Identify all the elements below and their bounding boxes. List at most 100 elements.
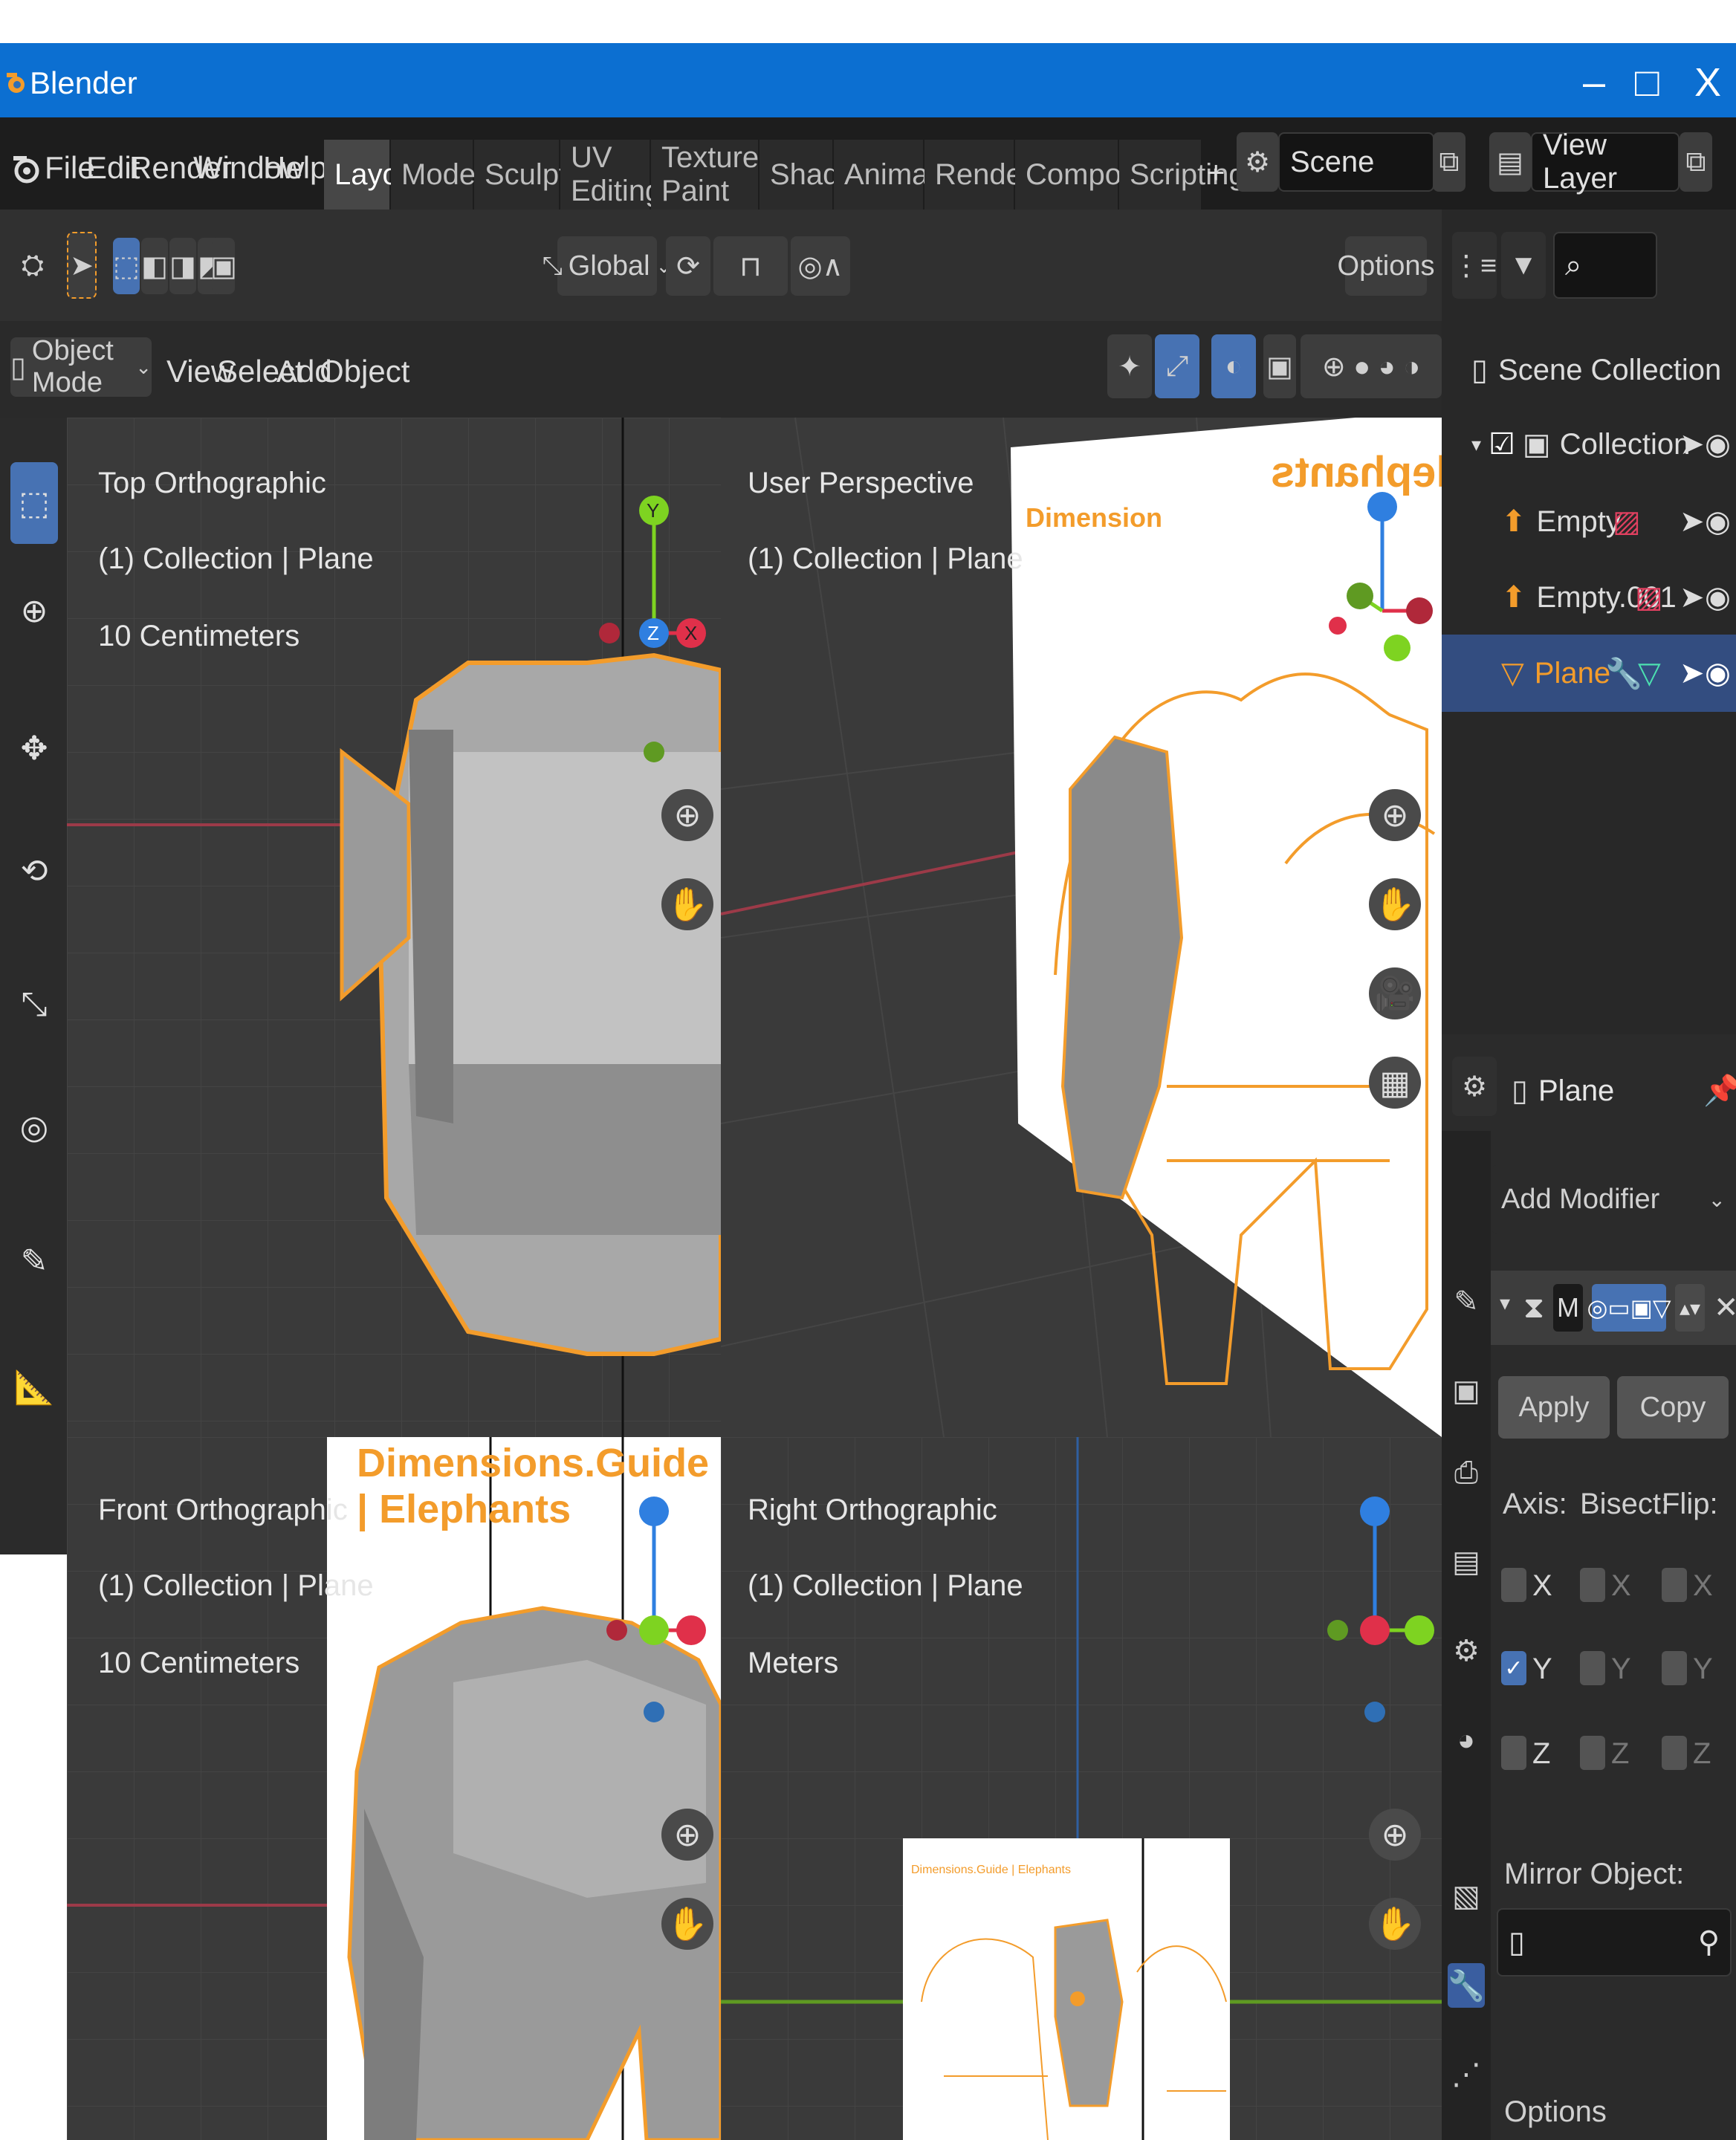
select-box-tool-icon[interactable]: ⬚ [10, 462, 58, 544]
flip-x-checkbox[interactable] [1662, 1568, 1687, 1602]
pan-hand-icon[interactable]: ✋ [661, 878, 713, 930]
axis-gizmo[interactable] [1315, 1482, 1442, 1734]
select-intersect-icon[interactable]: ▣ [210, 238, 237, 294]
scale-tool-icon[interactable]: ⤡ [10, 967, 58, 1042]
scene-collection-row[interactable]: ▯ Scene Collection [1442, 331, 1736, 409]
flip-z-checkbox[interactable] [1662, 1736, 1687, 1770]
pivot-point-icon[interactable]: ⟳ [666, 236, 710, 296]
tab-layout[interactable]: Layout [324, 140, 424, 210]
overlay-toggle-icon[interactable]: ◐ [1211, 334, 1256, 398]
flip-y-checkbox[interactable] [1662, 1651, 1687, 1685]
view-layer-tab-icon[interactable]: ▤ [1448, 1540, 1485, 1584]
options-dropdown[interactable]: Options [1338, 236, 1434, 296]
viewport-top-left[interactable]: Top Orthographic (1) Collection | Plane … [67, 418, 721, 1437]
select-subtract-icon[interactable]: ◨ [169, 238, 196, 294]
zoom-icon[interactable]: ⊕ [661, 789, 713, 841]
viewport-bottom-left[interactable]: Dimensions.Guide | Elephants Front Ortho… [67, 1437, 721, 2140]
view-layer-icon[interactable]: ▤ [1489, 132, 1531, 192]
blender-menu-icon[interactable] [10, 147, 40, 187]
eye-icon[interactable]: ◉ [1705, 656, 1731, 690]
select-arrow-icon[interactable]: ➤ [1680, 656, 1705, 690]
tool-tab-icon[interactable]: ✎ [1448, 1280, 1485, 1324]
delete-modifier-icon[interactable]: ✕ [1714, 1293, 1736, 1323]
filter-icon[interactable]: ▼ [1501, 232, 1546, 299]
select-tool-icon[interactable]: ➤ [67, 232, 97, 299]
rotate-tool-icon[interactable]: ⟲ [10, 834, 58, 908]
modifier-display-toggles[interactable]: ◎▭▣▽ [1587, 1284, 1671, 1332]
proportional-edit-icon[interactable]: ◎∧ [791, 236, 850, 296]
add-workspace-button[interactable]: + [1207, 155, 1225, 190]
outliner-search-input[interactable]: ⌕ [1553, 232, 1657, 299]
select-arrow-icon[interactable]: ➤ [1680, 580, 1705, 615]
outliner-row-collection[interactable]: ▾ ☑ ▣ Collection ➤ ◉ [1442, 406, 1736, 483]
viewport-bottom-right[interactable]: Right Orthographic (1) Collection | Plan… [721, 1437, 1442, 2140]
axis-gizmo[interactable] [587, 1482, 721, 1749]
outliner-row-plane[interactable]: ▽ Plane 🔧 ▽ ➤ ◉ [1442, 635, 1736, 712]
tab-texture-paint[interactable]: Texture Paint [651, 140, 760, 210]
zoom-icon[interactable]: ⊕ [1369, 789, 1421, 841]
xray-toggle-icon[interactable]: ▣ [1263, 334, 1296, 398]
tab-sculpting[interactable]: Sculpting [474, 140, 607, 210]
checkbox-icon[interactable]: ☑ [1489, 427, 1515, 461]
close-button[interactable]: X [1694, 59, 1721, 106]
scene-tab-icon[interactable]: ⚙ [1448, 1629, 1485, 1673]
transform-orientation-dropdown[interactable]: ⤡ Global ⌄ [542, 236, 672, 296]
add-modifier-dropdown[interactable]: Add Modifier ⌄ [1491, 1165, 1736, 1233]
cursor-tool-icon[interactable]: ⊕ [10, 574, 58, 648]
eye-icon[interactable]: ◉ [1705, 580, 1731, 615]
annotate-tool-icon[interactable]: ✎ [10, 1220, 58, 1302]
output-tab-icon[interactable]: ⎙ [1448, 1450, 1485, 1495]
modifier-tab-icon[interactable]: 🔧 [1448, 1963, 1485, 2008]
maximize-button[interactable]: □ [1635, 59, 1659, 106]
tool-icon[interactable]: ⛭ [10, 232, 55, 299]
object-tab-icon[interactable]: ▧ [1448, 1874, 1485, 1919]
menu-object[interactable]: Object [320, 354, 409, 389]
display-mode-icon[interactable]: ⋮≡ [1452, 232, 1497, 299]
pin-icon[interactable]: 📌 [1703, 1076, 1736, 1106]
tab-uv-editing[interactable]: UV Editing [560, 140, 661, 210]
render-tab-icon[interactable]: ▣ [1448, 1369, 1485, 1413]
world-tab-icon[interactable]: ◕ [1448, 1718, 1485, 1763]
bisect-x-checkbox[interactable] [1580, 1568, 1605, 1602]
outliner-row-empty[interactable]: ⬆ Empty ▨ ➤ ◉ [1442, 483, 1736, 560]
bisect-z-checkbox[interactable] [1580, 1736, 1605, 1770]
copy-scene-icon[interactable]: ⧉ [1433, 132, 1465, 192]
ortho-toggle-icon[interactable]: ▦ [1369, 1057, 1421, 1109]
copy-view-layer-icon[interactable]: ⧉ [1680, 132, 1712, 192]
collapse-arrow-icon[interactable]: ▾ [1500, 1293, 1510, 1314]
minimize-button[interactable]: – [1583, 59, 1605, 106]
menu-help[interactable]: Help [263, 150, 327, 186]
tab-animation[interactable]: Animation [834, 140, 976, 210]
select-arrow-icon[interactable]: ➤ [1680, 427, 1705, 461]
pan-hand-icon[interactable]: ✋ [661, 1898, 713, 1950]
scene-field[interactable]: Scene [1278, 132, 1434, 192]
particles-tab-icon[interactable]: ⋰ [1448, 2052, 1485, 2097]
measure-tool-icon[interactable]: 📐 [10, 1346, 58, 1428]
axis-x-checkbox[interactable] [1501, 1568, 1526, 1602]
mode-dropdown[interactable]: ▯ Object Mode ⌄ [10, 335, 152, 398]
axis-z-checkbox[interactable] [1501, 1736, 1526, 1770]
tab-scripting[interactable]: Scripting [1119, 140, 1246, 210]
mirror-object-field[interactable]: ▯ ⚲ [1497, 1908, 1732, 1977]
shading-mode-buttons[interactable]: ⊕ ● ◕ ◑ [1301, 334, 1442, 398]
tab-rendering[interactable]: Rendering [924, 140, 1072, 210]
axis-y-checkbox[interactable]: ✓ [1501, 1651, 1526, 1685]
move-tool-icon[interactable]: ✥ [10, 707, 58, 789]
axis-gizmo[interactable] [1315, 462, 1442, 685]
outliner-row-empty-001[interactable]: ⬆ Empty.001 ▨ ➤ ◉ [1442, 559, 1736, 636]
move-modifier-icon[interactable]: ▴▾ [1675, 1284, 1705, 1332]
apply-button[interactable]: Apply [1498, 1376, 1610, 1439]
gizmo-toggle-icon[interactable]: ⤢ [1155, 334, 1199, 398]
eyedropper-icon[interactable]: ⚲ [1698, 1925, 1720, 1959]
scene-icon[interactable]: ⚙ [1237, 132, 1278, 192]
eye-icon[interactable]: ◉ [1705, 427, 1731, 461]
eye-icon[interactable]: ◉ [1705, 505, 1731, 539]
select-new-icon[interactable]: ⬚ [113, 238, 140, 294]
copy-button[interactable]: Copy [1617, 1376, 1729, 1439]
visibility-icon[interactable]: ✦ [1107, 334, 1152, 398]
pan-hand-icon[interactable]: ✋ [1369, 878, 1421, 930]
modifier-name-field[interactable]: M [1553, 1284, 1583, 1332]
transform-tool-icon[interactable]: ◎ [10, 1086, 58, 1168]
tab-shading[interactable]: Shading [760, 140, 879, 210]
camera-view-icon[interactable]: 🎥 [1369, 967, 1421, 1019]
